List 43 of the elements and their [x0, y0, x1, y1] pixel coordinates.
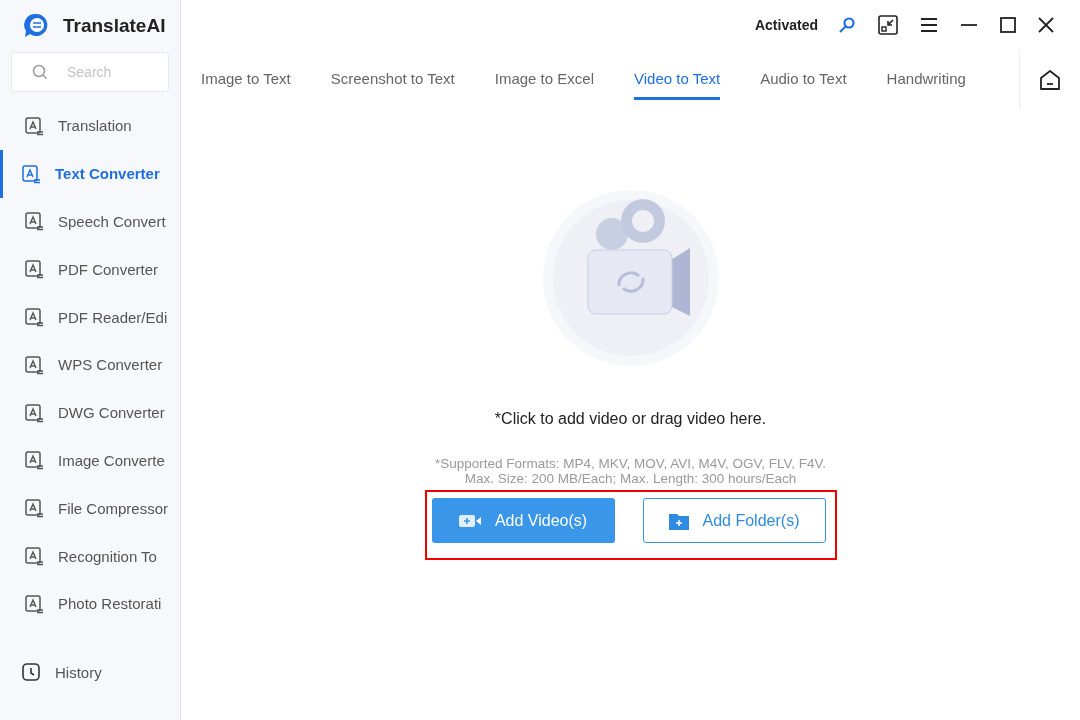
minimize-window-icon[interactable] [878, 15, 898, 35]
feature-icon [24, 259, 44, 280]
feature-icon [24, 115, 44, 136]
home-icon[interactable] [1039, 69, 1061, 91]
sidebar-item[interactable]: File Compressor [0, 484, 180, 533]
feature-icon [24, 450, 44, 471]
drop-prompt: *Click to add video or drag video here. [494, 410, 767, 428]
history-item[interactable]: History [0, 644, 180, 720]
limits-note: Max. Size: 200 MB/Each; Max. Length: 300 hours/Each [464, 471, 797, 486]
tab[interactable]: Image to Text [201, 50, 291, 100]
feature-icon [24, 498, 44, 519]
folder-plus-icon [668, 511, 689, 530]
feature-icon [24, 211, 44, 232]
search-field[interactable]: Search [11, 52, 169, 92]
sidebar-item[interactable]: Image Converte [0, 436, 180, 485]
app-name: TranslateAI [63, 15, 166, 37]
feature-icon [24, 593, 44, 614]
feature-icon [24, 307, 44, 328]
maximize-icon[interactable] [1000, 17, 1016, 33]
tab[interactable]: Video to Text [633, 50, 721, 100]
sidebar-item[interactable]: Recognition To [0, 532, 180, 580]
sidebar-item[interactable]: Translation [0, 102, 180, 150]
formats-note: *Supported Formats: MP4, MKV, MOV, AVI, M4V, OGV, FLV, F4V. [434, 456, 827, 471]
tab[interactable]: Audio to Text [760, 50, 847, 100]
close-icon[interactable] [1038, 17, 1054, 33]
feature-icon [24, 546, 44, 567]
sidebar-item[interactable]: Speech Convert [0, 197, 180, 246]
sidebar-item[interactable]: DWG Converter [0, 388, 180, 437]
feature-icon [24, 402, 44, 423]
sidebar-item[interactable]: PDF Converter [0, 245, 180, 294]
sidebar-item[interactable]: Photo Restorati [0, 579, 180, 628]
sidebar-item[interactable]: WPS Converter [0, 341, 180, 389]
video-plus-icon [458, 513, 481, 528]
add-folder-button[interactable]: Add Folder(s) [642, 498, 826, 543]
tab[interactable]: Handwriting [886, 50, 966, 100]
sidebar-item[interactable]: PDF Reader/Edi [0, 293, 180, 341]
tab[interactable]: Screenshot to Text [330, 50, 455, 100]
feature-icon [21, 163, 41, 184]
menu-icon[interactable] [920, 17, 938, 33]
activation-status: Activated [754, 17, 818, 33]
feature-icon [24, 354, 44, 375]
clock-icon [21, 662, 41, 682]
tab[interactable]: Image to Excel [494, 50, 594, 100]
